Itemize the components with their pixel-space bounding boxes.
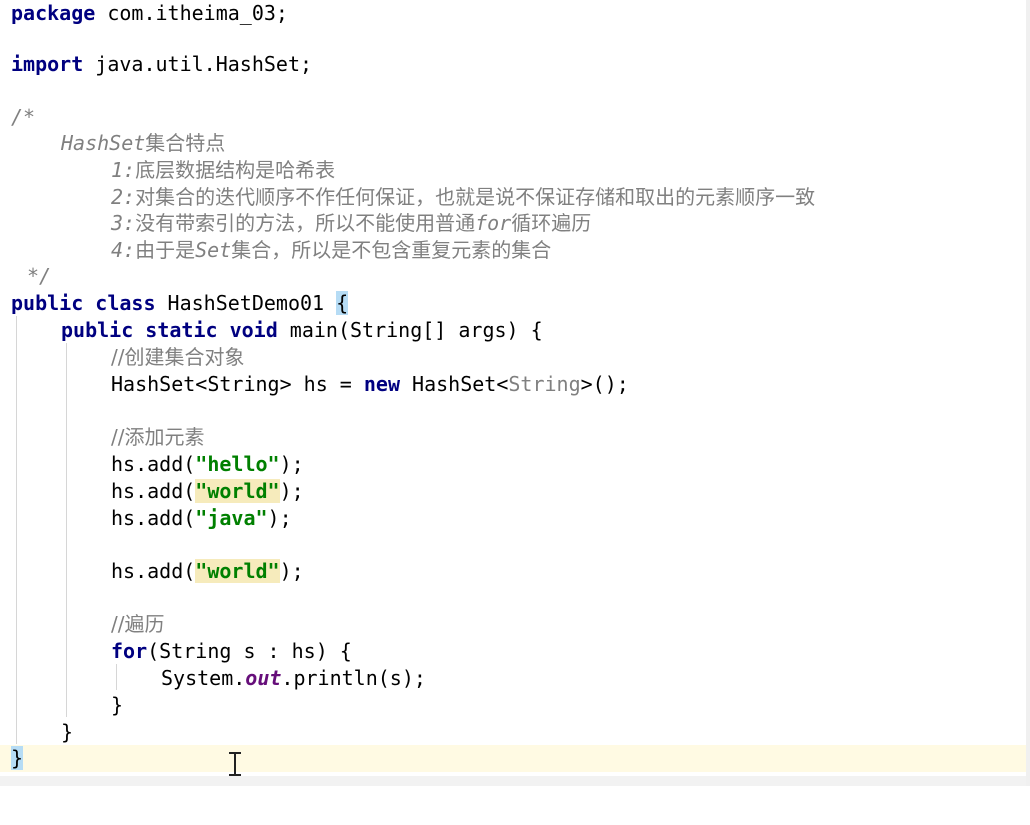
class-open-brace: { xyxy=(336,291,349,315)
add-call-suffix: ); xyxy=(279,479,304,503)
keyword-for: for xyxy=(111,639,148,663)
comment-iterate: //遍历 xyxy=(111,612,165,636)
string-java: "java" xyxy=(195,506,268,530)
comment-2-text: 对集合的迭代顺序不作任何保证，也就是说不保证存储和取出的元素顺序一致 xyxy=(135,185,816,209)
string-world: "world" xyxy=(195,559,280,583)
code-line-comment-close: */ xyxy=(0,263,1030,290)
code-line-comment-title: HashSet集合特点 xyxy=(0,130,1030,157)
add-call-suffix: ); xyxy=(279,452,304,476)
comment-open: /* xyxy=(11,105,36,129)
main-close-brace: } xyxy=(61,720,74,744)
add-call-prefix: hs.add( xyxy=(111,506,196,530)
comment-create: //创建集合对象 xyxy=(111,345,245,369)
text-cursor-icon xyxy=(229,752,241,776)
import-name: java.util.HashSet; xyxy=(83,52,313,76)
declaration-generic: String xyxy=(508,372,581,396)
add-call-prefix: hs.add( xyxy=(111,559,196,583)
code-line-comment-1: 1:底层数据结构是哈希表 xyxy=(0,157,1030,184)
code-line-add-hello: hs.add("hello"); xyxy=(0,451,1030,478)
indent-guide-class xyxy=(16,316,17,744)
declaration-type: HashSet<String> hs = xyxy=(111,372,364,396)
code-line-class: public class HashSetDemo01 { xyxy=(0,290,1030,317)
comment-1-num: 1: xyxy=(111,158,136,182)
code-line-comment-2: 2:对集合的迭代顺序不作任何保证，也就是说不保证存储和取出的元素顺序一致 xyxy=(0,184,1030,211)
code-line-comment-open: /* xyxy=(0,104,1030,131)
add-call-prefix: hs.add( xyxy=(111,452,196,476)
keyword-public-static-void: public static void xyxy=(61,318,278,342)
package-name: com.itheima_03; xyxy=(95,1,288,25)
comment-title-a: HashSet xyxy=(61,131,146,155)
comment-2-num: 2: xyxy=(111,185,136,209)
add-call-suffix: ); xyxy=(267,506,292,530)
declaration-ctor-a: HashSet< xyxy=(400,372,509,396)
keyword-import: import xyxy=(11,52,84,76)
comment-4-text-b: 集合，所以是不包含重复元素的集合 xyxy=(231,238,552,262)
code-line-for: for(String s : hs) { xyxy=(0,638,1030,665)
code-line-main-close: } xyxy=(0,719,1030,746)
add-call-prefix: hs.add( xyxy=(111,479,196,503)
keyword-package: package xyxy=(11,1,96,25)
string-world: "world" xyxy=(195,479,280,503)
comment-title-b: 集合特点 xyxy=(145,131,226,155)
code-line-import: import java.util.HashSet; xyxy=(0,51,1030,78)
comment-add: //添加元素 xyxy=(111,425,205,449)
code-line-comment-add: //添加元素 xyxy=(0,424,1030,451)
code-line-add-world-2: hs.add("world"); xyxy=(0,558,1030,585)
comment-4-num: 4: xyxy=(111,238,136,262)
comment-4-set: Set xyxy=(195,238,232,262)
main-signature: main(String[] args) { xyxy=(277,318,543,342)
for-close-brace: } xyxy=(111,693,124,717)
class-name: HashSetDemo01 xyxy=(155,291,337,315)
code-line-comment-3: 3:没有带索引的方法，所以不能使用普通for循环遍历 xyxy=(0,210,1030,237)
code-line-add-java: hs.add("java"); xyxy=(0,505,1030,532)
code-line-println: System.out.println(s); xyxy=(0,665,1030,692)
code-line-class-close[interactable]: } xyxy=(0,745,1030,772)
code-line-comment-4: 4:由于是Set集合，所以是不包含重复元素的集合 xyxy=(0,237,1030,264)
code-line-main: public static void main(String[] args) { xyxy=(0,317,1030,344)
comment-close: */ xyxy=(27,264,52,288)
comment-1-text: 底层数据结构是哈希表 xyxy=(135,158,336,182)
println-call: .println(s); xyxy=(281,666,426,690)
println-out-field: out xyxy=(245,666,282,690)
keyword-public-class: public class xyxy=(11,291,156,315)
comment-3-for: for xyxy=(475,211,512,235)
declaration-ctor-b: >(); xyxy=(580,372,629,396)
code-editor[interactable]: package com.itheima_03; import java.util… xyxy=(0,0,1030,786)
comment-3-text-a: 没有带索引的方法，所以不能使用普通 xyxy=(135,211,476,235)
code-line-declaration: HashSet<String> hs = new HashSet<String>… xyxy=(0,371,1030,398)
code-line-comment-create: //创建集合对象 xyxy=(0,344,1030,371)
indent-guide-for xyxy=(116,664,117,690)
code-line-comment-iter: //遍历 xyxy=(0,611,1030,638)
comment-3-text-b: 循环遍历 xyxy=(511,211,592,235)
class-close-brace: } xyxy=(11,746,24,770)
vertical-scrollbar[interactable] xyxy=(1026,0,1030,786)
for-header: (String s : hs) { xyxy=(147,639,352,663)
comment-3-num: 3: xyxy=(111,211,136,235)
editor-bottom-strip xyxy=(0,776,1030,786)
code-line-add-world: hs.add("world"); xyxy=(0,478,1030,505)
comment-4-text-a: 由于是 xyxy=(135,238,196,262)
keyword-new: new xyxy=(363,372,400,396)
code-line-package: package com.itheima_03; xyxy=(0,0,1030,27)
add-call-suffix: ); xyxy=(279,559,304,583)
println-system: System. xyxy=(161,666,246,690)
code-line-for-close: } xyxy=(0,692,1030,719)
indent-guide-main xyxy=(66,343,67,717)
string-hello: "hello" xyxy=(195,452,280,476)
